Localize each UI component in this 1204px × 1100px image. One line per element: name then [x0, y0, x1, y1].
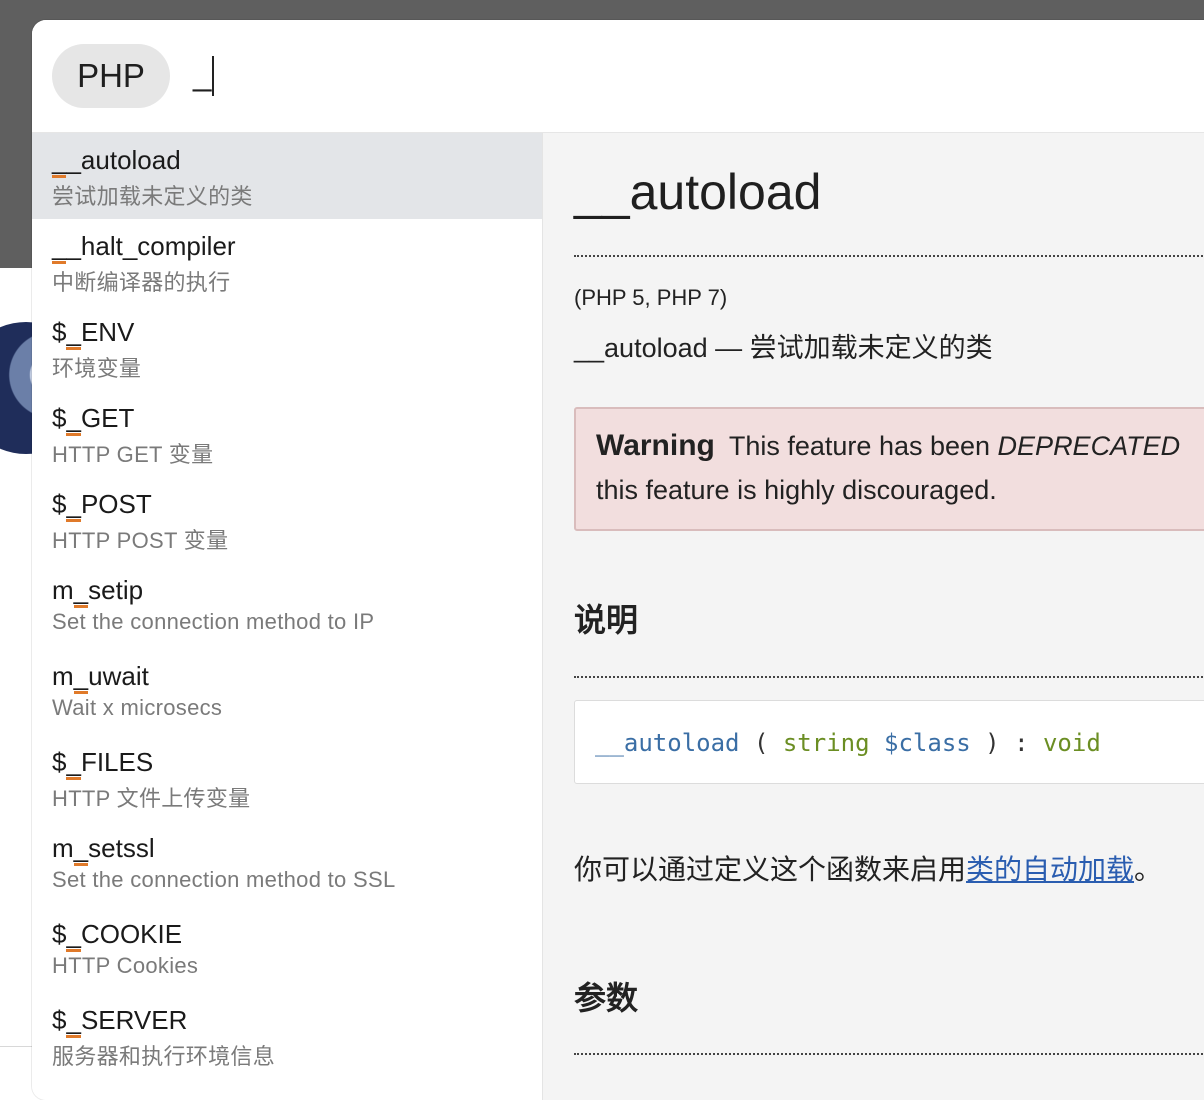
result-title: m_uwait	[52, 661, 149, 694]
result-subtitle: Set the connection method to SSL	[52, 867, 396, 892]
result-item[interactable]: m_setip Set the connection method to IP	[32, 563, 542, 649]
doc-description: 你可以通过定义这个函数来启用类的自动加载。	[574, 848, 1162, 888]
docset-scope-pill[interactable]: PHP	[52, 44, 170, 108]
match-highlight: _	[66, 403, 81, 436]
result-subtitle: HTTP POST 变量	[52, 528, 229, 553]
result-item[interactable]: $_GET HTTP GET 变量	[32, 391, 542, 477]
match-highlight: _	[66, 489, 81, 522]
result-item[interactable]: $_POST HTTP POST 变量	[32, 477, 542, 563]
result-subtitle: HTTP Cookies	[52, 953, 199, 978]
result-title: $_GET	[52, 403, 134, 436]
match-highlight: _	[73, 833, 89, 866]
result-item[interactable]: $_SERVER 服务器和执行环境信息	[32, 993, 542, 1079]
warning-text: This feature has been	[728, 431, 998, 461]
result-title: __autoload	[52, 145, 181, 178]
match-highlight: _	[52, 145, 67, 178]
doc-versions: (PHP 5, PHP 7)	[574, 285, 728, 310]
autoload-link[interactable]: 类的自动加载	[966, 854, 1134, 885]
result-title: $_SERVER	[52, 1005, 187, 1038]
doc-view: __autoload (PHP 5, PHP 7) __autoload — 尝…	[543, 133, 1204, 1100]
result-subtitle: Wait x microsecs	[52, 695, 223, 720]
signature-close-paren: )	[985, 729, 1000, 757]
deprecation-warning: Warning This feature has been DEPRECATED …	[574, 407, 1204, 531]
doc-title: __autoload	[574, 164, 822, 220]
section-heading-parameters: 参数	[574, 980, 639, 1016]
description-text: 你可以通过定义这个函数来启用	[574, 854, 967, 885]
signature-function: __autoload	[595, 729, 740, 757]
title-divider	[574, 255, 1204, 257]
match-highlight: _	[66, 919, 81, 952]
text-caret	[212, 56, 215, 97]
signature-open-paren: (	[753, 729, 769, 757]
warning-emphasis: DEPRECATED	[997, 431, 1181, 461]
match-highlight: _	[73, 575, 89, 608]
description-end: 。	[1134, 854, 1163, 885]
result-item[interactable]: m_uwait Wait x microsecs	[32, 649, 542, 735]
search-query-text: _	[193, 55, 212, 92]
result-title: $_COOKIE	[52, 919, 182, 952]
result-title: __halt_compiler	[52, 231, 236, 264]
result-subtitle: Set the connection method to IP	[52, 609, 375, 634]
result-subtitle: HTTP GET 变量	[52, 442, 214, 467]
function-signature: __autoload ( string $class ) : void	[574, 700, 1204, 784]
result-item[interactable]: $_COOKIE HTTP Cookies	[32, 907, 542, 993]
result-item[interactable]: __autoload 尝试加载未定义的类	[32, 133, 542, 219]
warning-label: Warning	[596, 429, 715, 462]
search-panel: PHP _ __autoload 尝试加载未定义的类 __halt_compiler…	[32, 20, 1204, 1100]
match-highlight: _	[52, 231, 67, 264]
result-subtitle: HTTP 文件上传变量	[52, 786, 251, 811]
result-title: $_ENV	[52, 317, 134, 350]
section-heading-description: 说明	[574, 602, 639, 638]
signature-colon: :	[1014, 729, 1029, 757]
section-divider	[574, 1053, 1204, 1055]
signature-return-type: void	[1042, 729, 1101, 757]
search-bar: PHP _	[32, 20, 1204, 133]
signature-type: string	[782, 729, 870, 757]
signature-param: $class	[884, 729, 971, 757]
result-title: $_POST	[52, 489, 152, 522]
result-subtitle: 中断编译器的执行	[52, 270, 231, 295]
warning-line-2: this feature is highly discouraged.	[596, 475, 997, 505]
result-subtitle: 服务器和执行环境信息	[52, 1044, 276, 1069]
match-highlight: _	[73, 661, 89, 694]
section-divider	[574, 676, 1204, 678]
doc-refname: __autoload — 尝试加载未定义的类	[574, 333, 993, 363]
result-item[interactable]: m_setssl Set the connection method to SSL	[32, 821, 542, 907]
result-item[interactable]: $_FILES HTTP 文件上传变量	[32, 735, 542, 821]
result-item[interactable]: __halt_compiler 中断编译器的执行	[32, 219, 542, 305]
result-subtitle: 环境变量	[52, 356, 142, 381]
result-title: $_FILES	[52, 747, 153, 780]
result-subtitle: 尝试加载未定义的类	[52, 184, 253, 209]
result-title: m_setssl	[52, 833, 155, 866]
warning-line-1: Warning This feature has been DEPRECATED	[596, 429, 1180, 463]
match-highlight: _	[66, 747, 81, 780]
result-title: m_setip	[52, 575, 143, 608]
results-list: __autoload 尝试加载未定义的类 __halt_compiler 中断编译器的…	[32, 133, 543, 1100]
match-highlight: _	[66, 1005, 81, 1038]
search-input[interactable]: _	[193, 50, 215, 98]
result-item[interactable]: $_ENV 环境变量	[32, 305, 542, 391]
match-highlight: _	[66, 317, 81, 350]
